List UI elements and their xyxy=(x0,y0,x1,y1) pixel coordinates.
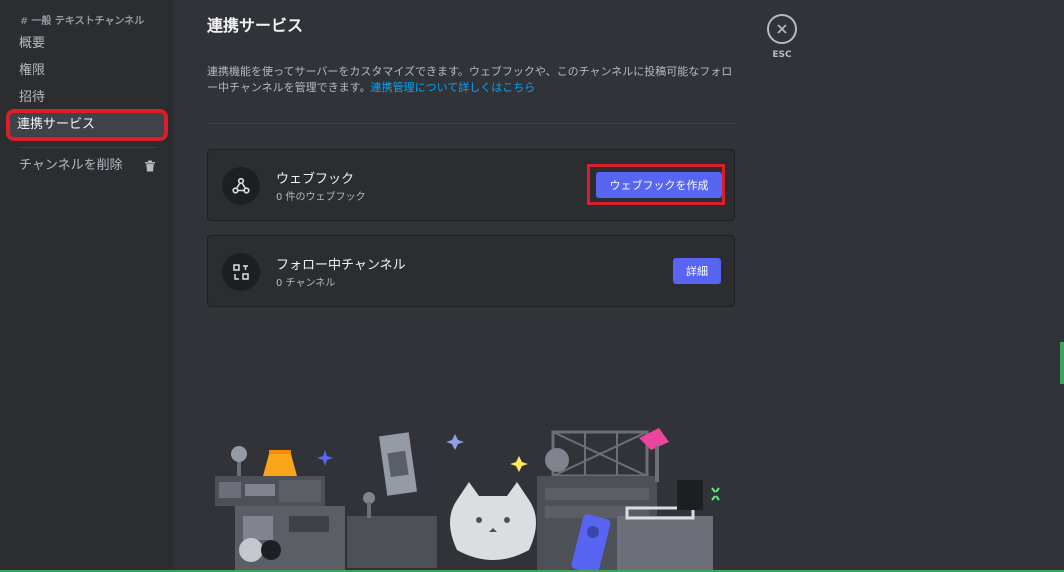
sidebar-item-invites[interactable]: 招待 xyxy=(12,86,162,110)
delete-channel-label: チャンネルを削除 xyxy=(19,158,123,173)
followed-channels-card: フォロー中チャンネル 0 チャンネル 詳細 xyxy=(207,235,735,307)
trash-icon xyxy=(145,160,155,172)
page-title: 連携サービス xyxy=(207,16,304,35)
channel-name: 一般 テキストチャンネル xyxy=(31,16,145,27)
sidebar-item-integrations[interactable]: 連携サービス xyxy=(6,109,168,141)
details-button[interactable]: 詳細 xyxy=(673,258,721,284)
webhook-count: 0 件のウェブフック xyxy=(276,192,366,203)
hash-icon: # xyxy=(20,16,29,27)
webhook-title: ウェブフック xyxy=(276,172,355,187)
create-webhook-button[interactable]: ウェブフックを作成 xyxy=(596,172,722,198)
followed-channels-count: 0 チャンネル xyxy=(276,278,336,289)
channel-header: # 一般 テキストチャンネル xyxy=(20,12,144,27)
webhook-icon xyxy=(222,167,260,205)
learn-more-link[interactable]: 連携管理について詳しくはこちら xyxy=(371,81,536,94)
delete-channel-button[interactable]: チャンネルを削除 xyxy=(12,154,162,178)
integrations-illustration xyxy=(215,428,720,572)
sidebar-divider xyxy=(19,147,157,148)
followed-channels-title: フォロー中チャンネル xyxy=(276,258,406,273)
followed-channel-icon xyxy=(222,253,260,291)
close-icon xyxy=(777,24,787,34)
description: 連携機能を使ってサーバーをカスタマイズできます。ウェブフックや、このチャンネルに… xyxy=(207,64,735,96)
settings-sidebar: # 一般 テキストチャンネル 概要 権限 招待 連携サービス チャンネルを削除 xyxy=(0,0,174,572)
webhook-card: ウェブフック 0 件のウェブフック ウェブフックを作成 xyxy=(207,149,735,221)
section-divider xyxy=(207,123,735,124)
close-control: ESC xyxy=(767,14,797,60)
sidebar-item-permissions[interactable]: 権限 xyxy=(12,59,162,83)
sidebar-item-overview[interactable]: 概要 xyxy=(12,32,162,56)
close-button[interactable] xyxy=(767,14,797,44)
esc-label: ESC xyxy=(772,50,792,60)
right-edge-accent xyxy=(1060,342,1064,384)
